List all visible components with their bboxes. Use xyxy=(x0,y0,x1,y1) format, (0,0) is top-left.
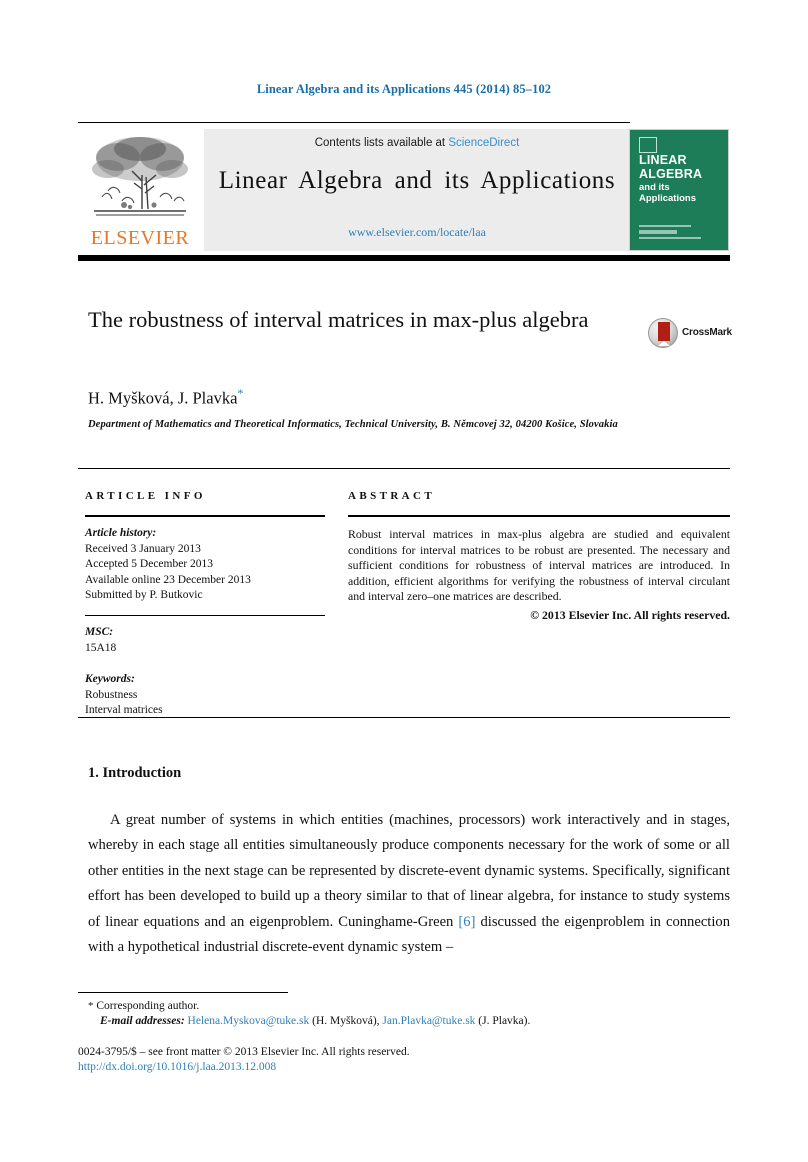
article-history-label: Article history: xyxy=(85,527,157,539)
article-info-divider xyxy=(85,515,325,517)
history-received: Received 3 January 2013 xyxy=(85,542,201,555)
author-list: H. Myšková, J. Plavka* xyxy=(88,386,243,409)
msc-divider xyxy=(85,614,325,617)
article-info-heading: ARTICLE INFO xyxy=(85,490,206,502)
corresponding-author-marker[interactable]: * xyxy=(237,386,243,400)
email-addresses-label: E-mail addresses: xyxy=(100,1015,185,1027)
abstract-text: Robust interval matrices in max-plus alg… xyxy=(348,527,730,604)
crossmark-label: CrossMark xyxy=(682,327,732,338)
cover-publisher-icon xyxy=(639,137,657,153)
abstract-column: ABSTRACT Robust interval matrices in max… xyxy=(348,490,730,623)
corresponding-author-text: Corresponding author. xyxy=(96,1000,200,1012)
msc-value: 15A18 xyxy=(85,641,117,654)
article-info-column: ARTICLE INFO Article history: Received 3… xyxy=(85,490,325,719)
cover-title-line4: Applications xyxy=(639,193,697,204)
citation-link[interactable]: [6] xyxy=(458,914,475,930)
journal-cover-thumbnail: LINEAR ALGEBRA and its Applications xyxy=(629,129,729,251)
sciencedirect-link[interactable]: ScienceDirect xyxy=(448,137,519,149)
msc-label: MSC: xyxy=(85,626,114,639)
cover-title-line3: and its xyxy=(639,182,670,193)
abstract-heading: ABSTRACT xyxy=(348,490,436,502)
paragraph-text-part1: A great number of systems in which entit… xyxy=(88,812,730,930)
keywords-label: Keywords: xyxy=(85,673,135,686)
sciencedirect-panel: Contents lists available at ScienceDirec… xyxy=(204,129,630,251)
journal-masthead: ELSEVIER Contents lists available at Sci… xyxy=(78,127,630,253)
email-link-author2[interactable]: Jan.Plavka@tuke.sk xyxy=(382,1015,475,1027)
cover-title-main: LINEAR ALGEBRA xyxy=(639,153,703,181)
author-affiliation: Department of Mathematics and Theoretica… xyxy=(88,419,618,430)
journal-homepage-link[interactable]: www.elsevier.com/locate/laa xyxy=(204,225,630,240)
introduction-paragraph: A great number of systems in which entit… xyxy=(88,808,730,960)
cover-title-sub: and its Applications xyxy=(639,182,696,204)
email-addresses-note: E-mail addresses: Helena.Myskova@tuke.sk… xyxy=(100,1015,530,1027)
front-matter-line: 0024-3795/$ – see front matter © 2013 El… xyxy=(78,1046,410,1058)
running-head: Linear Algebra and its Applications 445 … xyxy=(256,82,552,96)
elsevier-logo: ELSEVIER xyxy=(84,129,196,253)
cover-background: LINEAR ALGEBRA and its Applications xyxy=(630,130,728,250)
footnote-star-marker: * xyxy=(88,1000,94,1012)
footnote-rule xyxy=(78,992,288,993)
elsevier-tree-icon xyxy=(88,131,192,225)
info-section-top-rule xyxy=(78,468,730,469)
article-history-block: Article history: Received 3 January 2013… xyxy=(85,526,325,604)
cover-title-line2: ALGEBRA xyxy=(639,166,703,181)
article-title: The robustness of interval matrices in m… xyxy=(88,307,589,332)
cover-footer-marks xyxy=(639,225,709,242)
email-link-author1[interactable]: Helena.Myskova@tuke.sk xyxy=(188,1015,310,1027)
keyword-item: Robustness xyxy=(85,688,138,701)
cover-title-line1: LINEAR xyxy=(639,153,687,167)
history-available-online: Available online 23 December 2013 xyxy=(85,573,251,586)
contents-available-line: Contents lists available at ScienceDirec… xyxy=(204,137,630,149)
paper-page: Linear Algebra and its Applications 445 … xyxy=(0,0,808,1162)
email-author2-name: (J. Plavka). xyxy=(478,1015,531,1027)
info-section-bottom-rule xyxy=(78,717,730,718)
history-accepted: Accepted 5 December 2013 xyxy=(85,558,214,570)
masthead-top-rule xyxy=(78,122,630,123)
crossmark-icon xyxy=(648,318,678,348)
journal-title: Linear Algebra and its Applications xyxy=(218,167,616,194)
email-author1-name: (H. Myšková), xyxy=(312,1015,380,1027)
msc-block: MSC: 15A18 xyxy=(85,625,325,656)
elsevier-wordmark: ELSEVIER xyxy=(90,227,190,249)
crossmark-badge[interactable]: CrossMark xyxy=(648,318,732,350)
abstract-divider xyxy=(348,515,730,517)
section-title-introduction: 1. Introduction xyxy=(88,765,182,781)
history-submitted-by: Submitted by P. Butkovic xyxy=(85,589,203,601)
keywords-block: Keywords: Robustness Interval matrices xyxy=(85,672,325,719)
masthead-bottom-bar xyxy=(78,255,730,261)
abstract-copyright: © 2013 Elsevier Inc. All rights reserved… xyxy=(530,607,730,622)
corresponding-author-note: * Corresponding author. xyxy=(88,1000,199,1012)
doi-link[interactable]: http://dx.doi.org/10.1016/j.laa.2013.12.… xyxy=(78,1061,276,1073)
author-names: H. Myšková, J. Plavka xyxy=(88,388,238,408)
contents-prefix: Contents lists available at xyxy=(314,137,449,149)
